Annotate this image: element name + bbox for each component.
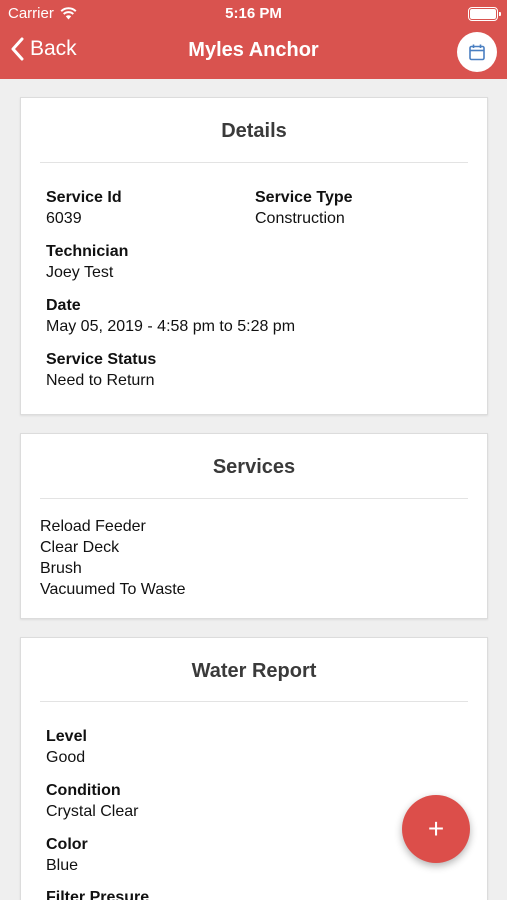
service-status-label: Service Status	[46, 351, 157, 368]
condition-label: Condition	[46, 782, 121, 799]
divider	[40, 498, 468, 499]
filter-pressure-field: Filter Presure	[46, 887, 149, 900]
technician-label: Technician	[46, 243, 129, 260]
status-bar: Carrier 5:16 PM	[0, 0, 507, 28]
condition-field: Condition Crystal Clear	[46, 780, 138, 822]
service-type-label: Service Type	[255, 189, 353, 206]
service-id-value: 6039	[46, 210, 82, 227]
technician-field: Technician Joey Test	[46, 241, 128, 283]
divider	[40, 701, 468, 702]
details-card: Details Service Id 6039 Service Type Con…	[20, 97, 488, 415]
color-value: Blue	[46, 857, 79, 874]
calendar-icon	[469, 44, 485, 61]
water-report-title: Water Report	[191, 660, 317, 682]
app-header: Carrier 5:16 PM Back Myles Anchor	[0, 0, 507, 79]
service-status-value: Need to Return	[46, 372, 155, 389]
date-field: Date May 05, 2019 - 4:58 pm to 5:28 pm	[46, 295, 295, 337]
list-item: Reload Feeder	[40, 518, 146, 535]
plus-icon: +	[427, 813, 445, 844]
date-value: May 05, 2019 - 4:58 pm to 5:28 pm	[46, 318, 296, 335]
water-report-card: Water Report Level Good Condition Crysta…	[20, 637, 488, 900]
color-field: Color Blue	[46, 834, 88, 876]
clock: 5:16 PM	[225, 5, 282, 22]
list-item: Brush	[40, 560, 82, 577]
service-type-field: Service Type Construction	[255, 187, 353, 229]
date-label: Date	[46, 297, 81, 314]
battery-icon	[468, 7, 501, 21]
services-title: Services	[212, 456, 296, 478]
service-status-field: Service Status Need to Return	[46, 349, 156, 391]
color-label: Color	[46, 836, 88, 853]
divider	[40, 162, 468, 163]
list-item: Vacuumed To Waste	[40, 581, 186, 598]
service-type-value: Construction	[255, 210, 345, 227]
calendar-button[interactable]	[457, 32, 497, 72]
details-title: Details	[221, 120, 287, 142]
services-card: Services Reload Feeder Clear Deck Brush …	[20, 433, 488, 619]
condition-value: Crystal Clear	[46, 803, 139, 820]
service-id-field: Service Id 6039	[46, 187, 122, 229]
page-title: Myles Anchor	[188, 39, 319, 61]
level-label: Level	[46, 728, 87, 745]
add-button[interactable]: +	[402, 795, 470, 863]
technician-value: Joey Test	[46, 264, 114, 281]
level-value: Good	[46, 749, 86, 766]
level-field: Level Good	[46, 726, 87, 768]
list-item: Clear Deck	[40, 539, 120, 556]
service-id-label: Service Id	[46, 189, 122, 206]
services-list: Reload Feeder Clear Deck Brush Vacuumed …	[40, 516, 186, 600]
filter-pressure-label: Filter Presure	[46, 889, 150, 900]
